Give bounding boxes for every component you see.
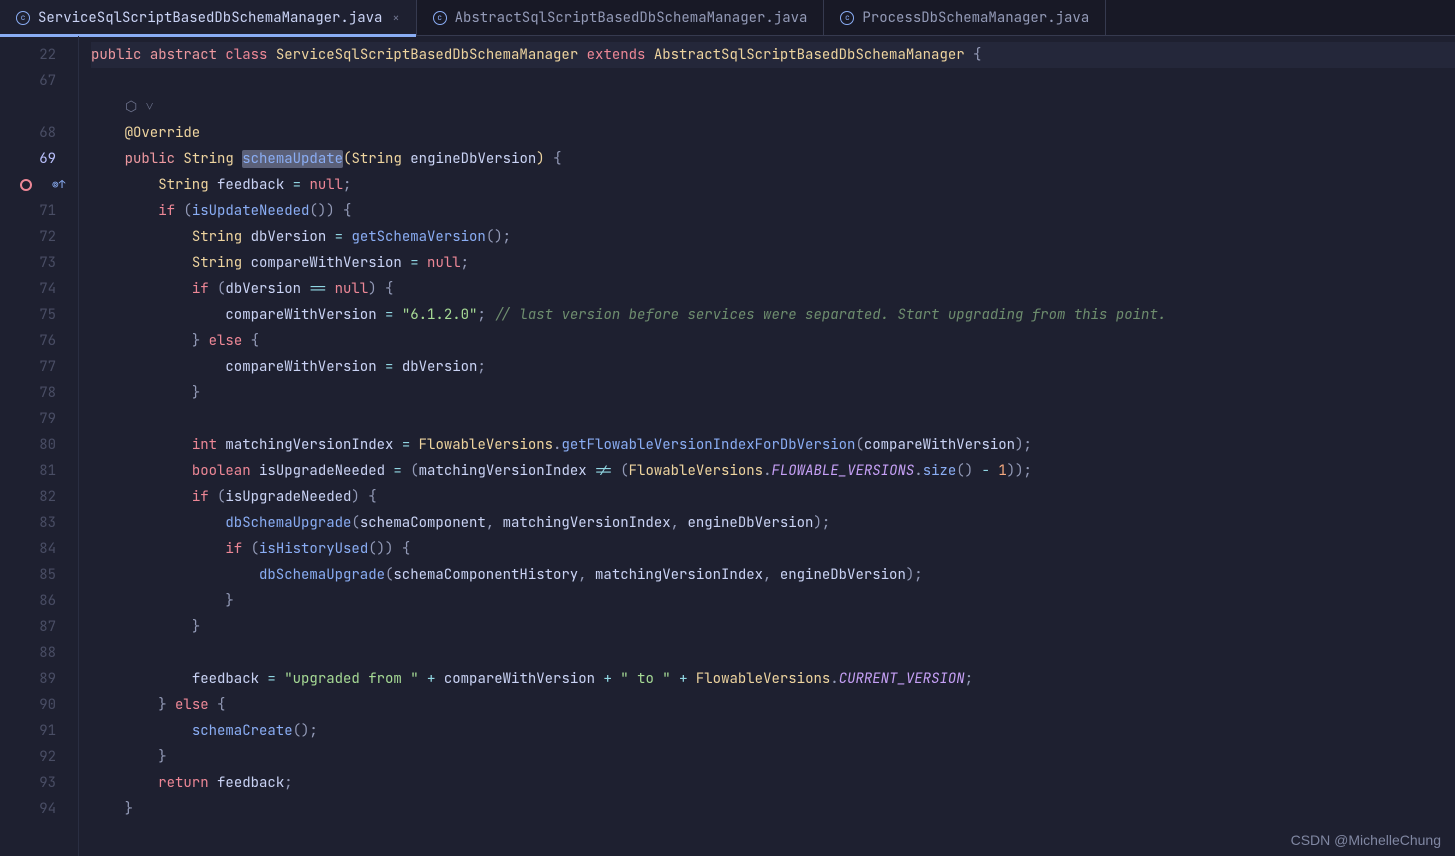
structure-nav-icon[interactable]: ⬡ ˅	[91, 94, 154, 120]
line-number	[0, 172, 56, 198]
code-line-91: schemaCreate();	[91, 718, 1455, 744]
line-number: 84	[0, 536, 56, 562]
code-line-77: compareWithVersion = dbVersion;	[91, 354, 1455, 380]
line-number: 76	[0, 328, 56, 354]
breakpoint-gutter-icon[interactable]	[20, 172, 32, 198]
line-number: 92	[0, 744, 56, 770]
code-line-89: feedback = "upgraded from " + compareWit…	[91, 666, 1455, 692]
line-number: 83	[0, 510, 56, 536]
blank-line-88	[91, 640, 1455, 666]
code-line-71: if (isUpdateNeeded()) {	[91, 198, 1455, 224]
code-line-75: compareWithVersion = "6.1.2.0"; // last …	[91, 302, 1455, 328]
code-content[interactable]: public abstract class ServiceSqlScriptBa…	[78, 36, 1455, 856]
code-line-93: return feedback;	[91, 770, 1455, 796]
tab-label: ProcessDbSchemaManager.java	[862, 9, 1089, 27]
code-line-83: dbSchemaUpgrade(schemaComponent, matchin…	[91, 510, 1455, 536]
code-line-69: public String schemaUpdate(String engine…	[91, 146, 1455, 172]
line-number: 79	[0, 406, 56, 432]
line-number: 90	[0, 692, 56, 718]
line-number: 87	[0, 614, 56, 640]
java-class-icon: c	[840, 11, 854, 25]
code-line-81: boolean isUpgradeNeeded = (matchingVersi…	[91, 458, 1455, 484]
line-number: 91	[0, 718, 56, 744]
line-number: 80	[0, 432, 56, 458]
code-line-85: dbSchemaUpgrade(schemaComponentHistory, …	[91, 562, 1455, 588]
code-line-84: if (isHistoryUsed()) {	[91, 536, 1455, 562]
tab-abstract-sql[interactable]: c AbstractSqlScriptBasedDbSchemaManager.…	[417, 0, 825, 36]
line-number: 75	[0, 302, 56, 328]
java-class-icon: c	[433, 11, 447, 25]
code-line-80: int matchingVersionIndex = FlowableVersi…	[91, 432, 1455, 458]
code-line-94: }	[91, 796, 1455, 822]
code-line-76: } else {	[91, 328, 1455, 354]
context-sticky-line: public abstract class ServiceSqlScriptBa…	[91, 42, 1455, 68]
line-number: 67	[0, 68, 56, 94]
line-number: 82	[0, 484, 56, 510]
blank-line	[91, 68, 1455, 94]
tab-label: AbstractSqlScriptBasedDbSchemaManager.ja…	[455, 9, 808, 27]
line-number	[0, 94, 56, 120]
line-number: 81	[0, 458, 56, 484]
line-number: 22	[0, 42, 56, 68]
line-number: 73	[0, 250, 56, 276]
line-number: 74	[0, 276, 56, 302]
line-number: 88	[0, 640, 56, 666]
line-number: 71	[0, 198, 56, 224]
line-number: 77	[0, 354, 56, 380]
line-number: 68	[0, 120, 56, 146]
line-number: 85	[0, 562, 56, 588]
line-number: 86	[0, 588, 56, 614]
tab-process-db[interactable]: c ProcessDbSchemaManager.java	[824, 0, 1106, 36]
code-line-74: if (dbVersion == null) {	[91, 276, 1455, 302]
code-line-92: }	[91, 744, 1455, 770]
code-line-82: if (isUpgradeNeeded) {	[91, 484, 1455, 510]
java-class-icon: c	[16, 11, 30, 25]
tab-service-sql[interactable]: c ServiceSqlScriptBasedDbSchemaManager.j…	[0, 0, 417, 36]
tab-label: ServiceSqlScriptBasedDbSchemaManager.jav…	[38, 9, 382, 27]
line-number: 89	[0, 666, 56, 692]
line-number: 72	[0, 224, 56, 250]
line-number-gutter: 22 67 68 69 ⊚↑ 71 72 73 74 75 76 77 78 7…	[0, 36, 78, 856]
code-line-73: String compareWithVersion = null;	[91, 250, 1455, 276]
line-number: 78	[0, 380, 56, 406]
blank-line-79	[91, 406, 1455, 432]
line-number: 93	[0, 770, 56, 796]
code-line-70: String feedback = null;	[91, 172, 1455, 198]
editor-area: 22 67 68 69 ⊚↑ 71 72 73 74 75 76 77 78 7…	[0, 36, 1455, 856]
tab-bar: c ServiceSqlScriptBasedDbSchemaManager.j…	[0, 0, 1455, 36]
line-number: 94	[0, 796, 56, 822]
close-icon[interactable]: ×	[392, 10, 399, 26]
watermark-label: CSDN @MichelleChung	[1291, 832, 1441, 848]
line-number: 69 ⊚↑	[0, 146, 56, 172]
code-line-72: String dbVersion = getSchemaVersion();	[91, 224, 1455, 250]
code-line-78: }	[91, 380, 1455, 406]
code-line-86: }	[91, 588, 1455, 614]
code-line-68: @Override	[91, 120, 1455, 146]
code-line-90: } else {	[91, 692, 1455, 718]
code-line-87: }	[91, 614, 1455, 640]
